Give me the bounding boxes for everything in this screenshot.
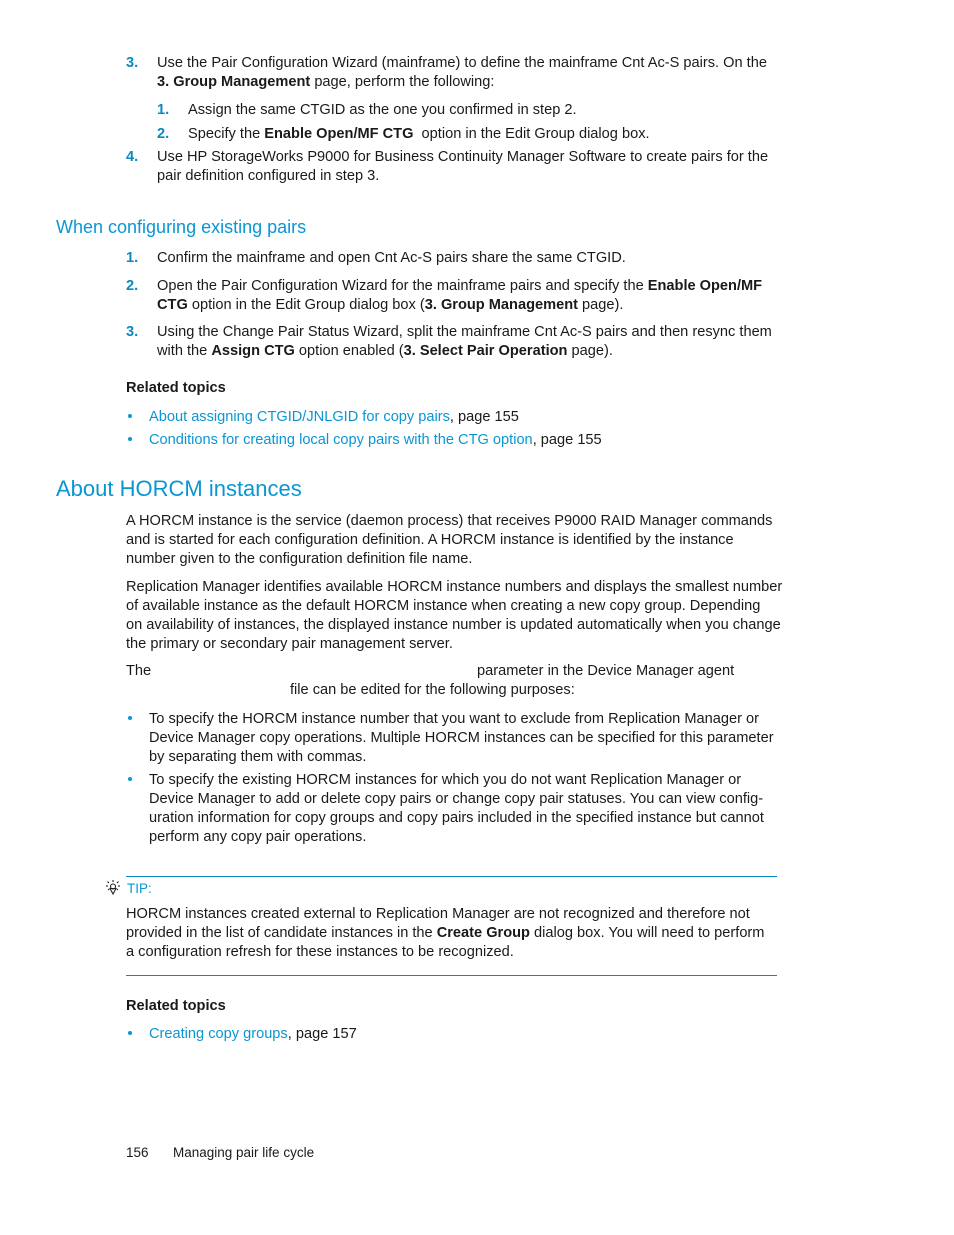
step-text-line2: with the Assign CTG option enabled (3. S… (157, 342, 613, 361)
text: option in the Edit Group dialog box ( (187, 297, 425, 313)
related-topic-link[interactable]: About assigning CTGID/JNLGID for copy pa… (149, 409, 450, 425)
tip-line: HORCM instances created external to Repl… (126, 906, 750, 922)
paragraph-line: the primary or secondary pair management… (126, 636, 453, 652)
bullet-line: Device Manager to add or delete copy pai… (149, 791, 764, 807)
tip-line: a configuration refresh for these instan… (126, 944, 514, 960)
page-ref: , page 157 (287, 1026, 357, 1042)
related-topic-item: Creating copy groups, page 157 (149, 1025, 357, 1044)
text: option enabled ( (294, 343, 404, 359)
step-number: 1. (126, 250, 139, 266)
bullet-icon (128, 1031, 132, 1035)
related-topics-heading: Related topics (126, 998, 226, 1014)
text: page). (577, 297, 624, 313)
step-text: Specify the Enable Open/MF CTG option in… (188, 125, 650, 144)
paragraph-line: A HORCM instance is the service (daemon … (126, 513, 773, 529)
step-number: 1. (157, 102, 170, 118)
text: provided in the list of candidate instan… (126, 925, 437, 941)
tip-top-rule (126, 876, 777, 877)
bold-term: Assign CTG (211, 343, 295, 359)
paragraph-line: on availability of instances, the displa… (126, 617, 781, 633)
paragraph-2: Replication Manager identifies available… (126, 578, 782, 654)
paragraph-line: Replication Manager identifies available… (126, 579, 783, 595)
substep-2: 2. Specify the Enable Open/MF CTG option… (157, 125, 807, 145)
paragraph-3-start: The (126, 663, 152, 679)
footer-page-number: 156 (126, 1145, 149, 1160)
bullet-icon (128, 777, 132, 781)
step-text: Assign the same CTGID as the one you con… (188, 102, 577, 118)
bold-term: Enable Open/MF CTG (264, 126, 414, 142)
bullet-icon (128, 437, 132, 441)
bullet-icon (128, 414, 132, 418)
tip-bottom-rule (126, 975, 777, 976)
step-text: Confirm the mainframe and open Cnt Ac-S … (157, 250, 626, 266)
existing-step-1: 1. Confirm the mainframe and open Cnt Ac… (126, 249, 826, 269)
text: option in the Edit Group dialog box. (413, 126, 650, 142)
step-number: 3. (126, 55, 139, 71)
paragraph-line: of available instance as the default HOR… (126, 598, 761, 614)
bullet-line: perform any copy pair operations. (149, 829, 367, 845)
section-heading-horcm: About HORCM instances (56, 476, 302, 501)
step-4: 4. Use HP StorageWorks P9000 for Busines… (126, 148, 826, 188)
existing-step-2: 2. Open the Pair Configuration Wizard fo… (126, 277, 826, 317)
step-number: 2. (157, 126, 170, 142)
related-topic-link[interactable]: Creating copy groups (149, 1026, 288, 1042)
text: page). (567, 343, 613, 359)
tip-line: provided in the list of candidate instan… (126, 924, 764, 943)
step-number: 4. (126, 149, 139, 165)
text: Specify the (188, 126, 265, 142)
bold-term: 3. Select Pair Operation (403, 343, 568, 359)
bullet-line: uration information for copy groups and … (149, 810, 764, 826)
related-topic-item: About assigning CTGID/JNLGID for copy pa… (149, 408, 519, 427)
paragraph-3-mid: parameter in the Device Manager agent (477, 663, 735, 679)
bullet-line: To specify the existing HORCM instances … (149, 772, 742, 788)
substep-1: 1. Assign the same CTGID as the one you … (157, 101, 807, 121)
tip-text: HORCM instances created external to Repl… (126, 905, 764, 962)
page-ref: , page 155 (449, 409, 519, 425)
bold-term: 3. Group Management (157, 74, 311, 90)
purpose-bullet-1: To specify the HORCM instance number tha… (149, 710, 774, 767)
step-text-line2: 3. Group Management page, perform the fo… (157, 73, 494, 92)
existing-step-3: 3. Using the Change Pair Status Wizard, … (126, 323, 826, 363)
bold-term: CTG (157, 297, 188, 313)
text: Open the Pair Configuration Wizard for t… (157, 278, 648, 294)
text: dialog box. You will need to perform (529, 925, 765, 941)
footer-chapter-title: Managing pair life cycle (173, 1145, 315, 1160)
step-text: Using the Change Pair Status Wizard, spl… (157, 324, 772, 340)
step-text-line2: CTG option in the Edit Group dialog box … (157, 296, 623, 315)
related-topic-item: Conditions for creating local copy pairs… (149, 431, 602, 450)
bullet-line: To specify the HORCM instance number tha… (149, 711, 759, 727)
paragraph-1: A HORCM instance is the service (daemon … (126, 512, 772, 569)
page-ref: , page 155 (532, 432, 602, 448)
bold-term: Create Group (436, 925, 530, 941)
tip-label: TIP: (127, 881, 152, 896)
lightbulb-icon (106, 880, 120, 896)
step-text: Use HP StorageWorks P9000 for Business C… (157, 149, 769, 165)
text: with the (157, 343, 212, 359)
step-number: 2. (126, 278, 139, 294)
step-number: 3. (126, 324, 139, 340)
paragraph-line: number given to the configuration defini… (126, 551, 473, 567)
bullet-line: by separating them with commas. (149, 749, 367, 765)
step-text: Open the Pair Configuration Wizard for t… (157, 277, 762, 296)
paragraph-line: and is started for each configuration de… (126, 532, 734, 548)
bold-term: Enable Open/MF (647, 278, 763, 294)
bullet-icon (128, 716, 132, 720)
text: page, perform the following: (310, 74, 495, 90)
section-heading-existing-pairs: When configuring existing pairs (56, 217, 307, 237)
related-topics-heading: Related topics (126, 380, 226, 396)
bullet-line: Device Manager copy operations. Multiple… (149, 730, 774, 746)
related-topic-link[interactable]: Conditions for creating local copy pairs… (149, 432, 533, 448)
paragraph-3-end: file can be edited for the following pur… (290, 682, 575, 698)
bold-term: 3. Group Management (424, 297, 578, 313)
step-3: 3. Use the Pair Configuration Wizard (ma… (126, 54, 826, 94)
purpose-bullet-2: To specify the existing HORCM instances … (149, 771, 764, 847)
step-text-line2: pair definition configured in step 3. (157, 168, 380, 184)
step-text: Use the Pair Configuration Wizard (mainf… (157, 55, 767, 71)
